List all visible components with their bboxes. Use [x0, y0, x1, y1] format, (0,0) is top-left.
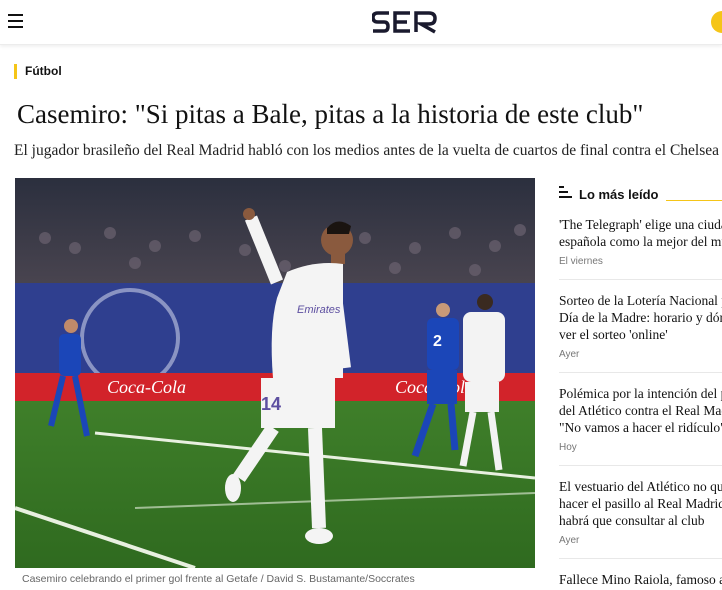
most-read-title: Lo más leído	[579, 187, 659, 202]
list-item-title[interactable]: Fallece Mino Raiola, famoso agente de fu…	[559, 571, 722, 590]
section-tag[interactable]: Fútbol	[14, 64, 62, 79]
article-headline: Casemiro: "Si pitas a Bale, pitas a la h…	[17, 99, 644, 129]
list-item-title[interactable]: 'The Telegraph' elige una ciudad español…	[559, 216, 722, 250]
user-account-icon[interactable]	[711, 11, 722, 33]
list-item-title[interactable]: El vestuario del Atlético no quiere hace…	[559, 478, 722, 529]
list-item[interactable]: Fallece Mino Raiola, famoso agente de fu…	[559, 559, 722, 590]
top-navigation-bar	[0, 0, 722, 45]
svg-text:Emirates: Emirates	[297, 304, 341, 316]
trending-list-icon	[559, 186, 572, 198]
hamburger-menu-icon[interactable]	[8, 14, 23, 28]
list-item-title[interactable]: Sorteo de la Lotería Nacional por el Día…	[559, 292, 722, 343]
list-item[interactable]: 'The Telegraph' elige una ciudad español…	[559, 210, 722, 280]
title-accent-line	[666, 200, 722, 201]
image-caption: Casemiro celebrando el primer gol frente…	[22, 573, 415, 585]
list-item-time: El viernes	[559, 256, 603, 267]
article-subheadline: El jugador brasileño del Real Madrid hab…	[14, 142, 720, 159]
list-item[interactable]: Sorteo de la Lotería Nacional por el Día…	[559, 280, 722, 373]
ad-board-text: Coca-Cola	[107, 377, 186, 397]
most-read-header: Lo más leído	[559, 180, 722, 210]
list-item[interactable]: El vestuario del Atlético no quiere hace…	[559, 466, 722, 559]
list-item-title[interactable]: Polémica por la intención del pasillo de…	[559, 385, 722, 436]
list-item-time: Hoy	[559, 442, 577, 453]
list-item[interactable]: Polémica por la intención del pasillo de…	[559, 373, 722, 466]
list-item-time: Ayer	[559, 349, 580, 360]
opponent-jersey-number: 2	[433, 333, 442, 350]
most-read-sidebar: Lo más leído 'The Telegraph' elige una c…	[559, 180, 722, 590]
article-photo: Coca-Cola Coca-Cola 2 21	[15, 178, 535, 568]
list-item-time: Ayer	[559, 535, 580, 546]
cadena-ser-logo[interactable]	[372, 10, 438, 34]
main-jersey-number: 14	[261, 394, 281, 414]
